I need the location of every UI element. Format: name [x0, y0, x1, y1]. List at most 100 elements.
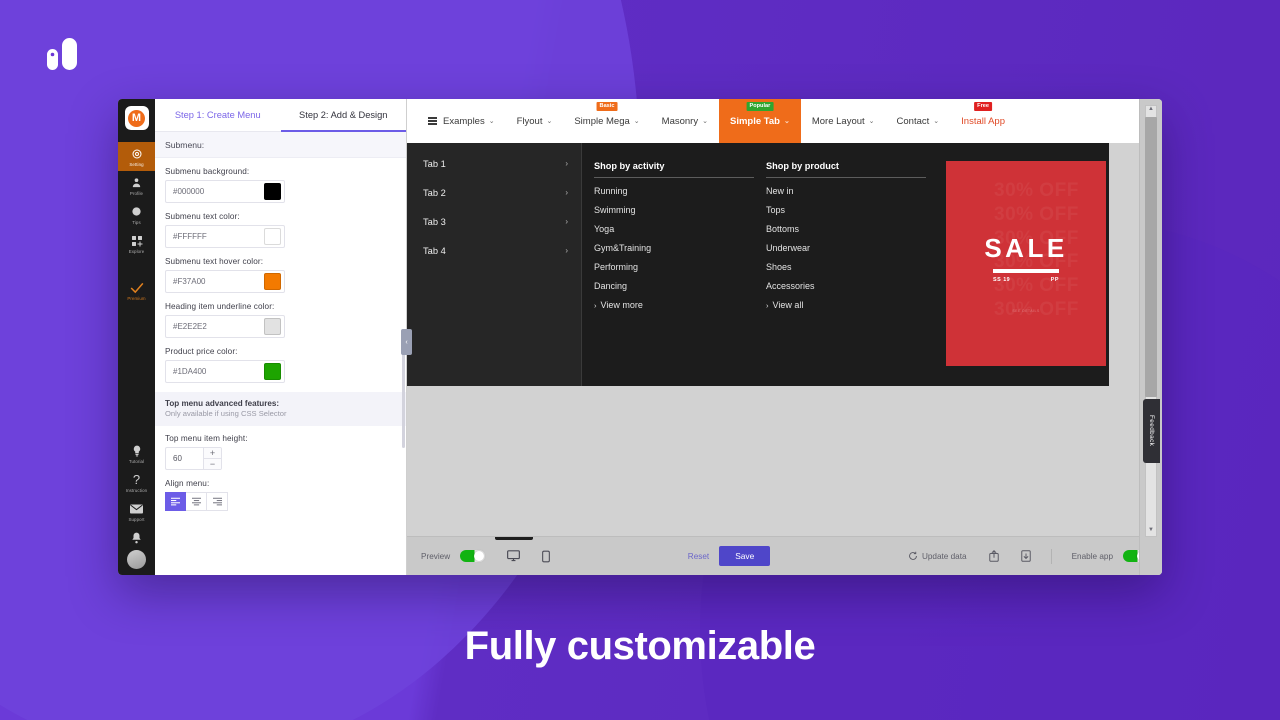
brand-logo-icon: [40, 32, 84, 76]
sidebar-item-setting[interactable]: Setting: [118, 142, 155, 171]
scroll-down-arrow[interactable]: ▼: [1148, 527, 1154, 533]
avatar[interactable]: [127, 550, 146, 569]
list-item[interactable]: Performing: [594, 262, 766, 272]
export-button[interactable]: [988, 550, 999, 562]
import-button[interactable]: [1020, 550, 1031, 562]
tab-step-2[interactable]: Step 2: Add & Design: [280, 99, 407, 132]
tab-label: Tab 2: [423, 187, 446, 198]
sidebar-item-tips[interactable]: Tips: [118, 200, 155, 229]
align-left-button[interactable]: [165, 492, 186, 511]
save-button[interactable]: Save: [719, 546, 771, 566]
view-more-link[interactable]: › View more: [594, 300, 766, 310]
dropdown-tab-1[interactable]: Tab 1 ›: [407, 149, 581, 178]
stepper-decrement-button[interactable]: −: [204, 458, 221, 469]
settings-scroll-area[interactable]: Submenu background: #000000 Submenu text…: [155, 158, 406, 575]
color-swatch[interactable]: [264, 273, 281, 290]
nav-item-install-app[interactable]: Free Install App: [950, 99, 1016, 143]
sidebar-item-support[interactable]: Support: [118, 497, 155, 526]
field-label: Submenu background:: [165, 167, 250, 176]
view-all-link[interactable]: › View all: [766, 300, 938, 310]
list-item[interactable]: Shoes: [766, 262, 938, 272]
dropdown-tab-2[interactable]: Tab 2 ›: [407, 178, 581, 207]
list-item[interactable]: Bottoms: [766, 224, 938, 234]
color-swatch[interactable]: [264, 228, 281, 245]
sidebar-item-profile[interactable]: Profile: [118, 171, 155, 200]
align-right-button[interactable]: [207, 492, 228, 511]
color-value: #F37A00: [173, 277, 206, 286]
mobile-view-button[interactable]: [542, 550, 550, 563]
desktop-view-button[interactable]: [507, 550, 521, 562]
dropdown-tab-3[interactable]: Tab 3 ›: [407, 207, 581, 236]
nav-item-label: More Layout: [811, 115, 865, 127]
color-input-row[interactable]: #000000: [165, 180, 285, 203]
dropdown-tab-column: Tab 1 › Tab 2 › Tab 3 › Tab 4 ›: [407, 143, 582, 386]
field-top-menu-item-height: Top menu item height: 60 + −: [165, 434, 396, 470]
quantity-stepper[interactable]: 60 + −: [165, 447, 222, 470]
sale-footer-text: SEE DETAILS: [1012, 309, 1040, 313]
panel-collapse-handle[interactable]: ‹: [401, 329, 412, 355]
color-swatch[interactable]: [264, 363, 281, 380]
list-item[interactable]: Underwear: [766, 243, 938, 253]
nav-item-label: Examples: [443, 115, 485, 127]
field-submenu-text-color: Submenu text color: #FFFFFF: [165, 212, 396, 248]
notifications-button[interactable]: [118, 526, 155, 550]
sale-promo-banner[interactable]: 30% OFF 30% OFF 30% OFF 30% OFF 30% OFF 30% O…: [946, 161, 1106, 366]
bottom-notch: [495, 537, 533, 540]
update-data-button[interactable]: Update data: [908, 551, 967, 561]
color-value: #E2E2E2: [173, 322, 207, 331]
nav-item-simple-mega[interactable]: Basic Simple Mega ⌄: [563, 99, 650, 143]
check-icon: [130, 281, 144, 294]
chevron-right-icon: ›: [565, 217, 568, 226]
preview-toggle[interactable]: [460, 550, 486, 562]
nav-item-masonry[interactable]: Masonry ⌄: [651, 99, 719, 143]
color-input-row[interactable]: #1DA400: [165, 360, 285, 383]
align-center-button[interactable]: [186, 492, 207, 511]
list-item[interactable]: Gym&Training: [594, 243, 766, 253]
list-item[interactable]: Tops: [766, 205, 938, 215]
list-item[interactable]: Dancing: [594, 281, 766, 291]
dropdown-tab-4[interactable]: Tab 4 ›: [407, 236, 581, 265]
sale-season-label: SS 19: [993, 277, 1011, 283]
color-input-row[interactable]: #E2E2E2: [165, 315, 285, 338]
grid-plus-icon: [131, 234, 143, 247]
circle-icon: [131, 205, 142, 218]
sidebar-item-instruction[interactable]: ? Instruction: [118, 468, 155, 497]
nav-item-contact[interactable]: Contact ⌄: [886, 99, 951, 143]
list-item[interactable]: Yoga: [594, 224, 766, 234]
color-value: #000000: [173, 187, 205, 196]
tab-step-1[interactable]: Step 1: Create Menu: [155, 99, 281, 131]
gear-icon: [131, 147, 143, 160]
sale-brand-label: PP: [1050, 277, 1059, 283]
nav-item-examples[interactable]: Examples ⌄: [417, 99, 506, 143]
status-badge: Popular: [746, 102, 774, 111]
nav-item-simple-tab[interactable]: Popular Simple Tab ⌄: [718, 99, 801, 143]
rail-logo[interactable]: M: [124, 106, 149, 130]
envelope-icon: [130, 502, 143, 515]
stepper-increment-button[interactable]: +: [204, 448, 221, 458]
list-item[interactable]: Running: [594, 186, 766, 196]
list-item[interactable]: Accessories: [766, 281, 938, 291]
field-align-menu: Align menu:: [165, 479, 396, 511]
scroll-up-arrow[interactable]: ▲: [1148, 106, 1154, 112]
nav-item-flyout[interactable]: Flyout ⌄: [506, 99, 564, 143]
sidebar-item-premium[interactable]: Premium: [118, 276, 155, 305]
reset-button[interactable]: Reset: [688, 552, 709, 561]
sidebar-item-tutorial[interactable]: Tutorial: [118, 439, 155, 468]
list-item[interactable]: Swimming: [594, 205, 766, 215]
color-input-row[interactable]: #FFFFFF: [165, 225, 285, 248]
chevron-down-icon: ⌄: [783, 118, 790, 125]
sidebar-item-explore[interactable]: Explore: [118, 229, 155, 258]
settings-panel-scrollbar[interactable]: [402, 348, 405, 448]
stepper-value[interactable]: 60: [166, 448, 203, 469]
sidebar-item-label: Tutorial: [128, 459, 145, 464]
chevron-right-icon: ›: [565, 188, 568, 197]
field-label: Heading item underline color:: [165, 302, 275, 311]
list-item[interactable]: New in: [766, 186, 938, 196]
feedback-tab[interactable]: Feedback: [1143, 399, 1160, 463]
nav-item-more-layout[interactable]: More Layout ⌄: [801, 99, 886, 143]
color-swatch[interactable]: [264, 183, 281, 200]
color-input-row[interactable]: #F37A00: [165, 270, 285, 293]
scrollbar-thumb[interactable]: [1145, 117, 1157, 397]
advanced-features-note: Top menu advanced features: Only availab…: [155, 392, 406, 426]
color-swatch[interactable]: [264, 318, 281, 335]
